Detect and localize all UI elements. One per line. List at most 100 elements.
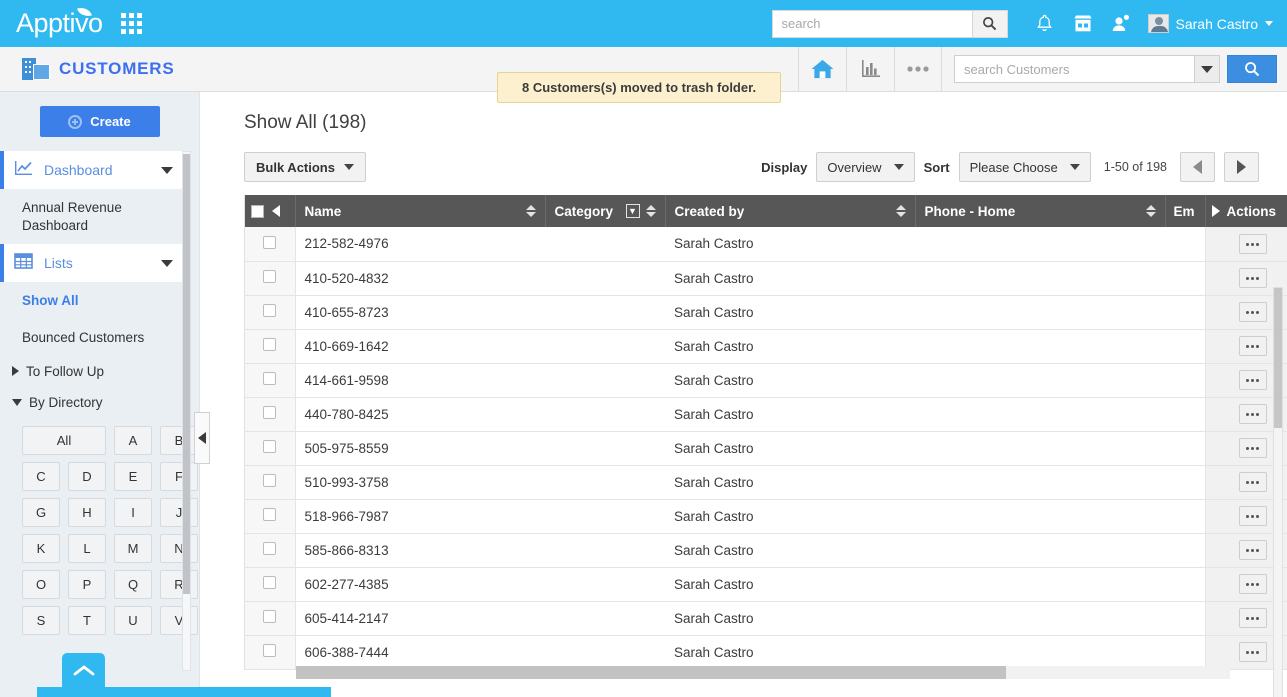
table-row[interactable]: 410-669-1642 Sarah Castro <box>245 329 1287 363</box>
row-checkbox[interactable] <box>263 338 276 351</box>
column-header-email[interactable]: Em <box>1165 195 1205 227</box>
select-all-checkbox[interactable] <box>251 205 264 218</box>
notifications-bell-button[interactable] <box>1026 9 1064 39</box>
main-vertical-scrollbar-thumb[interactable] <box>1274 288 1282 428</box>
next-page-button[interactable] <box>1224 152 1259 182</box>
row-checkbox[interactable] <box>263 440 276 453</box>
cell-name[interactable]: 510-993-3758 <box>295 465 545 499</box>
cell-name[interactable]: 410-655-8723 <box>295 295 545 329</box>
sort-select[interactable]: Please Choose <box>959 152 1091 182</box>
row-actions-button[interactable] <box>1239 336 1267 356</box>
sidebar-item-to-follow-up[interactable]: To Follow Up <box>0 356 185 387</box>
cell-name[interactable]: 212-582-4976 <box>295 227 545 261</box>
sidebar-item-by-directory[interactable]: By Directory <box>0 387 185 418</box>
alpha-filter-p[interactable]: P <box>68 570 106 599</box>
row-checkbox[interactable] <box>263 542 276 555</box>
sidebar-scrollbar[interactable] <box>182 151 191 671</box>
alpha-filter-e[interactable]: E <box>114 462 152 491</box>
bulk-actions-button[interactable]: Bulk Actions <box>244 152 366 182</box>
row-checkbox[interactable] <box>263 304 276 317</box>
alpha-filter-m[interactable]: M <box>114 534 152 563</box>
row-actions-button[interactable] <box>1239 506 1267 526</box>
sort-arrows-icon[interactable] <box>896 205 906 217</box>
scroll-to-top-button[interactable] <box>62 653 105 687</box>
row-actions-button[interactable] <box>1239 540 1267 560</box>
row-checkbox[interactable] <box>263 236 276 249</box>
sidebar-item-annual-revenue-dashboard[interactable]: Annual Revenue Dashboard <box>0 190 185 244</box>
table-row[interactable]: 410-520-4832 Sarah Castro <box>245 261 1287 295</box>
alpha-filter-i[interactable]: I <box>114 498 152 527</box>
table-row[interactable]: 505-975-8559 Sarah Castro <box>245 431 1287 465</box>
apptivo-logo[interactable]: Apptivo <box>16 10 103 37</box>
row-checkbox[interactable] <box>263 474 276 487</box>
alpha-filter-b[interactable]: B <box>160 426 198 455</box>
user-add-button[interactable] <box>1102 9 1140 39</box>
cell-name[interactable]: 440-780-8425 <box>295 397 545 431</box>
cell-name[interactable]: 602-277-4385 <box>295 567 545 601</box>
row-checkbox[interactable] <box>263 270 276 283</box>
module-search-input[interactable] <box>954 55 1194 83</box>
row-actions-button[interactable] <box>1239 608 1267 628</box>
row-checkbox[interactable] <box>263 644 276 657</box>
column-header-name[interactable]: Name <box>295 195 545 227</box>
alpha-filter-j[interactable]: J <box>160 498 198 527</box>
sidebar-collapse-handle[interactable] <box>194 412 210 464</box>
table-row[interactable]: 518-966-7987 Sarah Castro <box>245 499 1287 533</box>
sidebar-item-bounced-customers[interactable]: Bounced Customers <box>0 320 185 356</box>
sort-arrows-icon[interactable] <box>526 205 536 217</box>
row-actions-button[interactable] <box>1239 574 1267 594</box>
column-header-created-by[interactable]: Created by <box>665 195 915 227</box>
chevron-left-icon[interactable] <box>272 205 280 217</box>
cell-name[interactable]: 414-661-9598 <box>295 363 545 397</box>
cell-name[interactable]: 605-414-2147 <box>295 601 545 635</box>
row-checkbox[interactable] <box>263 610 276 623</box>
table-row[interactable]: 414-661-9598 Sarah Castro <box>245 363 1287 397</box>
table-row[interactable]: 585-866-8313 Sarah Castro <box>245 533 1287 567</box>
marketplace-store-button[interactable] <box>1064 9 1102 39</box>
alpha-filter-o[interactable]: O <box>22 570 60 599</box>
module-search-button[interactable] <box>1227 55 1277 83</box>
sidebar-scrollbar-thumb[interactable] <box>183 154 190 594</box>
sidebar-item-show-all[interactable]: Show All <box>0 283 185 319</box>
alpha-filter-r[interactable]: R <box>160 570 198 599</box>
module-search-dropdown[interactable] <box>1194 55 1220 83</box>
table-row[interactable]: 606-388-7444 Sarah Castro <box>245 635 1287 669</box>
row-checkbox[interactable] <box>263 372 276 385</box>
cell-name[interactable]: 410-520-4832 <box>295 261 545 295</box>
more-options-button[interactable] <box>894 47 942 91</box>
row-checkbox[interactable] <box>263 576 276 589</box>
cell-name[interactable]: 505-975-8559 <box>295 431 545 465</box>
table-row[interactable]: 602-277-4385 Sarah Castro <box>245 567 1287 601</box>
alpha-filter-k[interactable]: K <box>22 534 60 563</box>
display-select[interactable]: Overview <box>816 152 914 182</box>
alpha-filter-u[interactable]: U <box>114 606 152 635</box>
global-search-button[interactable] <box>972 10 1008 38</box>
row-actions-button[interactable] <box>1239 268 1267 288</box>
reports-button[interactable] <box>846 47 894 91</box>
table-row[interactable]: 510-993-3758 Sarah Castro <box>245 465 1287 499</box>
cell-name[interactable]: 585-866-8313 <box>295 533 545 567</box>
table-row[interactable]: 605-414-2147 Sarah Castro <box>245 601 1287 635</box>
alpha-filter-v[interactable]: V <box>160 606 198 635</box>
column-header-category[interactable]: Category ▼ <box>545 195 665 227</box>
table-horizontal-scrollbar-thumb[interactable] <box>296 666 1006 679</box>
row-checkbox[interactable] <box>263 508 276 521</box>
alpha-filter-all[interactable]: All <box>22 426 106 455</box>
sort-arrows-icon[interactable] <box>646 205 656 217</box>
previous-page-button[interactable] <box>1180 152 1215 182</box>
alpha-filter-a[interactable]: A <box>114 426 152 455</box>
cell-name[interactable]: 410-669-1642 <box>295 329 545 363</box>
sort-arrows-icon[interactable] <box>1146 205 1156 217</box>
row-actions-button[interactable] <box>1239 234 1267 254</box>
chevron-right-icon[interactable] <box>1212 205 1220 217</box>
home-button[interactable] <box>798 47 846 91</box>
sidebar-item-lists[interactable]: Lists <box>0 244 185 282</box>
row-actions-button[interactable] <box>1239 472 1267 492</box>
alpha-filter-q[interactable]: Q <box>114 570 152 599</box>
alpha-filter-c[interactable]: C <box>22 462 60 491</box>
row-actions-button[interactable] <box>1239 404 1267 424</box>
apps-grid-icon[interactable] <box>121 13 143 34</box>
cell-name[interactable]: 518-966-7987 <box>295 499 545 533</box>
row-actions-button[interactable] <box>1239 642 1267 662</box>
main-vertical-scrollbar[interactable] <box>1273 287 1283 697</box>
